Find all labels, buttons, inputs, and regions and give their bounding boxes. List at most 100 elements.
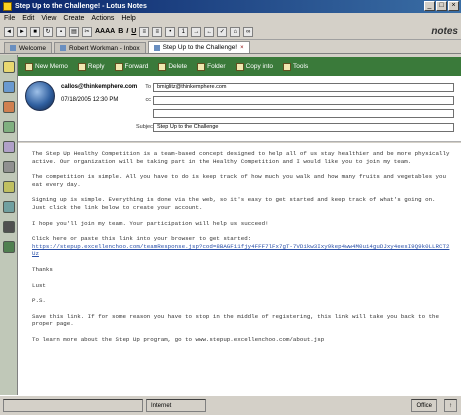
tab-welcome[interactable]: Welcome [4,42,52,53]
tab-message[interactable]: Step Up to the Challenge! × [147,41,250,53]
folder-button[interactable]: Folder [194,61,228,73]
menu-edit[interactable]: Edit [22,15,34,22]
sender-address: callos@thinkemphere.com [61,84,138,90]
minimize-button[interactable]: _ [424,1,435,11]
menu-help[interactable]: Help [121,15,135,22]
body-paragraph: Thanks [32,265,53,273]
delete-button[interactable]: Delete [155,61,190,73]
sender-avatar-globe [25,81,55,111]
formatting-toolbar: ◄ ► ■ ↻ ▪ ▤ ✂ AAAA B I U ≡ ≡ • 1 → ← ✓ ⌂… [0,24,461,40]
tools-button[interactable]: Tools [280,61,311,73]
databases-icon[interactable] [2,201,15,213]
forward-button[interactable]: Forward [112,61,152,73]
memo-icon [153,44,160,51]
window-title: Step Up to the Challenge! - Lotus Notes [15,3,147,10]
body-paragraph: Click here or paste this link into your … [32,235,252,243]
outdent-icon[interactable]: ← [204,26,215,37]
font-size-button[interactable]: AAAA [95,28,115,35]
bullets-icon[interactable]: • [165,26,176,37]
contacts-icon[interactable] [2,121,15,133]
tab-label: Step Up to the Challenge! [162,44,238,51]
bcc-row [136,108,454,118]
spellcheck-icon[interactable]: ✓ [217,26,228,37]
stop-icon[interactable]: ■ [30,26,40,37]
tab-inbox[interactable]: Robert Workman - Inbox [53,42,146,53]
cc-row: cc [136,95,454,105]
home-icon[interactable] [2,61,15,73]
replicator-icon[interactable] [2,161,15,173]
copy-icon [235,62,244,71]
tools-icon [283,62,292,71]
bookmark-sidebar [0,55,18,395]
numbering-icon[interactable]: 1 [178,26,189,37]
tab-label: Welcome [19,44,46,52]
to-row: To bmiglitz@thinkemphere.com [136,82,454,92]
message-header: callos@thinkemphere.com 07/18/2005 12:30… [18,76,461,142]
window-tabs: Welcome Robert Workman - Inbox Step Up t… [0,41,461,54]
body-paragraph: To learn more about the Step Up program,… [32,335,325,343]
inbox-icon [59,45,66,51]
menu-bar: File Edit View Create Actions Help [0,13,461,24]
location-status[interactable]: Office [411,399,437,412]
underline-button[interactable]: U [131,28,136,35]
menu-view[interactable]: View [41,15,56,22]
favorites-icon[interactable] [2,181,15,193]
body-paragraph: P.S. [32,297,46,305]
message-body[interactable]: The Step Up Healthy Competition is a tea… [18,143,461,395]
body-paragraph: Signing up is simple. Everything is done… [32,196,436,211]
sent-date: 07/18/2005 12:30 PM [61,97,119,103]
body-paragraph: Lust [32,281,46,289]
maximize-button[interactable]: □ [436,1,447,11]
applications-icon[interactable] [2,221,15,233]
cc-field[interactable] [153,95,454,105]
sync-status[interactable]: ↑ [444,399,457,412]
italic-button[interactable]: I [126,28,128,35]
bcc-field[interactable] [153,108,454,118]
new-memo-button[interactable]: New Memo [22,61,71,73]
subject-row: Subject Step Up to the Challenge [136,122,454,132]
menu-actions[interactable]: Actions [91,15,114,22]
status-bar: Internet Office ↑ [0,395,461,415]
attach-icon[interactable]: ⌂ [230,26,241,37]
save-icon[interactable]: ▪ [56,26,66,37]
to-field[interactable]: bmiglitz@thinkemphere.com [153,82,454,92]
indent-icon[interactable]: → [191,26,202,37]
forward-icon[interactable]: ► [17,26,27,37]
print-icon[interactable]: ▤ [69,26,79,37]
body-paragraph: The Step Up Healthy Competition is a tea… [32,150,450,165]
body-paragraph: I hope you'll join my team. Your partici… [32,219,269,227]
status-message [3,399,143,412]
signup-link[interactable]: https://stepup.excellenchoo.com/teamResp… [32,243,451,258]
new-memo-icon [25,62,33,71]
todo-icon[interactable] [2,141,15,153]
forward-icon [114,62,123,71]
align-center-icon[interactable]: ≡ [152,26,163,37]
status-zone: Internet [146,399,206,412]
bold-button[interactable]: B [118,28,123,35]
back-icon[interactable]: ◄ [4,26,14,37]
tab-label: Robert Workman - Inbox [68,44,140,52]
notes-app-icon [3,2,12,11]
calendar-icon[interactable] [2,101,15,113]
menu-create[interactable]: Create [63,15,84,22]
reply-icon [77,62,86,71]
delete-icon [158,62,167,71]
mail-icon[interactable] [2,81,15,93]
close-tab-icon[interactable]: × [240,45,244,51]
window-titlebar: Step Up to the Challenge! - Lotus Notes … [0,0,461,13]
body-paragraph: The competition is simple. All you have … [32,173,446,188]
notes-brand-logo: notes [431,26,458,37]
menu-file[interactable]: File [4,15,15,22]
body-paragraph: Save this link. If for some reason you h… [32,312,440,328]
action-bar: New Memo Reply Forward Delete Folder Cop… [18,57,461,76]
cut-icon[interactable]: ✂ [82,26,92,37]
link-icon[interactable]: ∞ [243,26,254,37]
refresh-icon[interactable]: ↻ [43,26,53,37]
copy-into-button[interactable]: Copy into [233,61,276,73]
close-button[interactable]: × [448,1,459,11]
subject-field[interactable]: Step Up to the Challenge [153,122,454,132]
reply-button[interactable]: Reply [75,61,108,73]
home-icon [10,45,16,51]
more-bookmarks-icon[interactable] [2,241,15,253]
align-left-icon[interactable]: ≡ [139,26,150,37]
